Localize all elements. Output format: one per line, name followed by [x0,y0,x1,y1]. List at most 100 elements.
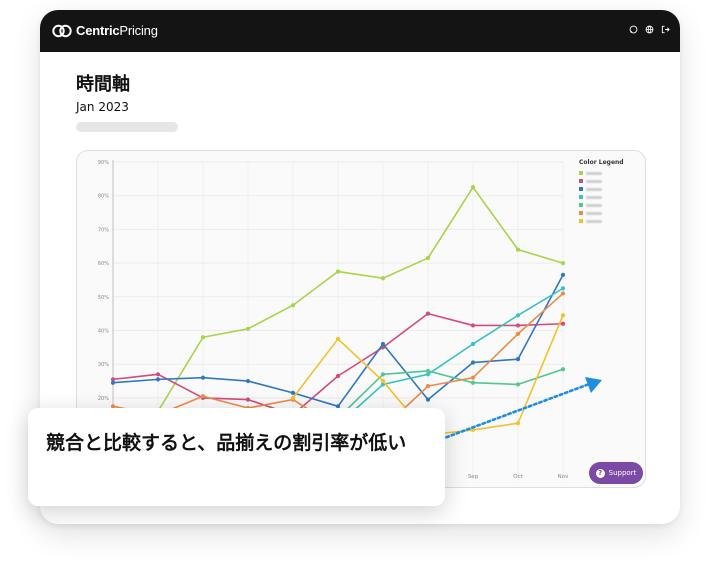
trend-arrow-line [429,381,594,445]
legend-label-blurred [586,219,602,223]
data-point [560,313,566,318]
data-point [425,255,431,261]
x-tick-label: Oct [513,474,523,480]
data-point [155,377,161,382]
data-point [245,378,251,384]
logo-text: CentricPricing [76,23,158,38]
legend-item [579,217,624,225]
data-point [335,336,341,342]
data-point [155,372,161,377]
data-point [470,323,476,328]
series-line [337,287,564,426]
y-tick-label: 70% [98,227,109,233]
legend-items [579,169,624,225]
legend-label-blurred [586,179,602,183]
legend-swatch [579,211,583,215]
y-tick-label: 90% [98,160,109,166]
legend-item [579,193,624,201]
data-point [560,261,566,266]
data-point [380,341,386,347]
data-point [110,380,116,385]
x-tick-label: Nov [558,474,569,480]
legend-swatch [579,203,583,207]
logo-text-light: Pricing [119,23,158,38]
data-point [335,373,341,379]
page-date: Jan 2023 [76,100,129,114]
data-point [560,367,566,372]
logout-icon[interactable] [661,25,670,34]
chat-icon[interactable] [629,25,638,34]
loading-skeleton [76,122,178,132]
legend-item [579,201,624,209]
legend-label-blurred [586,203,602,207]
data-point [380,276,386,281]
data-point [245,397,251,402]
support-label: Support [608,469,637,477]
logo-mark-icon [52,24,72,37]
y-tick-label: 20% [98,396,109,402]
data-point [560,272,566,277]
y-tick-label: 30% [98,362,109,368]
data-point [515,323,521,328]
y-tick-label: 50% [98,295,109,301]
data-point [515,357,521,362]
data-point [200,335,206,340]
y-tick-label: 80% [98,194,109,200]
data-point [470,380,476,385]
legend-swatch [579,195,583,199]
data-point [560,321,566,326]
y-tick-label: 60% [98,261,109,267]
callout-text: 競合と比較すると、品揃えの割引率が低い [46,432,407,454]
legend-label-blurred [586,171,602,175]
data-point [200,375,206,380]
data-point [425,384,431,389]
data-point [425,311,431,316]
data-point [470,341,476,347]
centricpricing-logo[interactable]: CentricPricing [52,23,158,38]
top-icons [629,25,670,34]
legend-swatch [579,219,583,223]
data-point [560,291,566,296]
page-title: 時間軸 [76,74,130,95]
x-tick-label: Sep [468,474,479,480]
logo-text-bold: Centric [76,23,120,38]
callout-card: 競合と比較すると、品揃えの割引率が低い [28,408,445,506]
series-line [157,186,564,412]
data-point [245,326,251,331]
legend-item [579,169,624,177]
data-point [515,421,521,426]
data-point [425,397,431,402]
legend-label-blurred [586,195,602,199]
globe-icon[interactable] [645,25,654,34]
data-point [515,382,521,387]
data-point [470,375,476,380]
data-point [380,378,386,384]
data-point [515,247,521,252]
data-point [515,313,521,318]
help-icon: ? [595,468,605,478]
legend-label-blurred [586,211,602,215]
data-point [515,331,521,336]
data-point [200,394,206,399]
support-button[interactable]: ? Support [589,462,643,484]
legend-item [579,209,624,217]
legend-item [579,185,624,193]
data-point [290,303,296,308]
data-point [560,286,566,291]
data-point [380,372,386,377]
data-point [470,185,476,190]
legend-swatch [579,187,583,191]
data-point [290,390,296,395]
data-point [290,395,296,400]
legend-title: Color Legend [579,159,624,166]
legend-swatch [579,171,583,175]
data-point [470,360,476,365]
top-bar: CentricPricing [40,10,680,52]
data-point [425,368,431,374]
legend-item [579,177,624,185]
legend-swatch [579,179,583,183]
chart-legend: Color Legend [579,159,624,225]
legend-label-blurred [586,187,602,191]
y-tick-label: 40% [98,329,109,335]
data-point [335,269,341,274]
